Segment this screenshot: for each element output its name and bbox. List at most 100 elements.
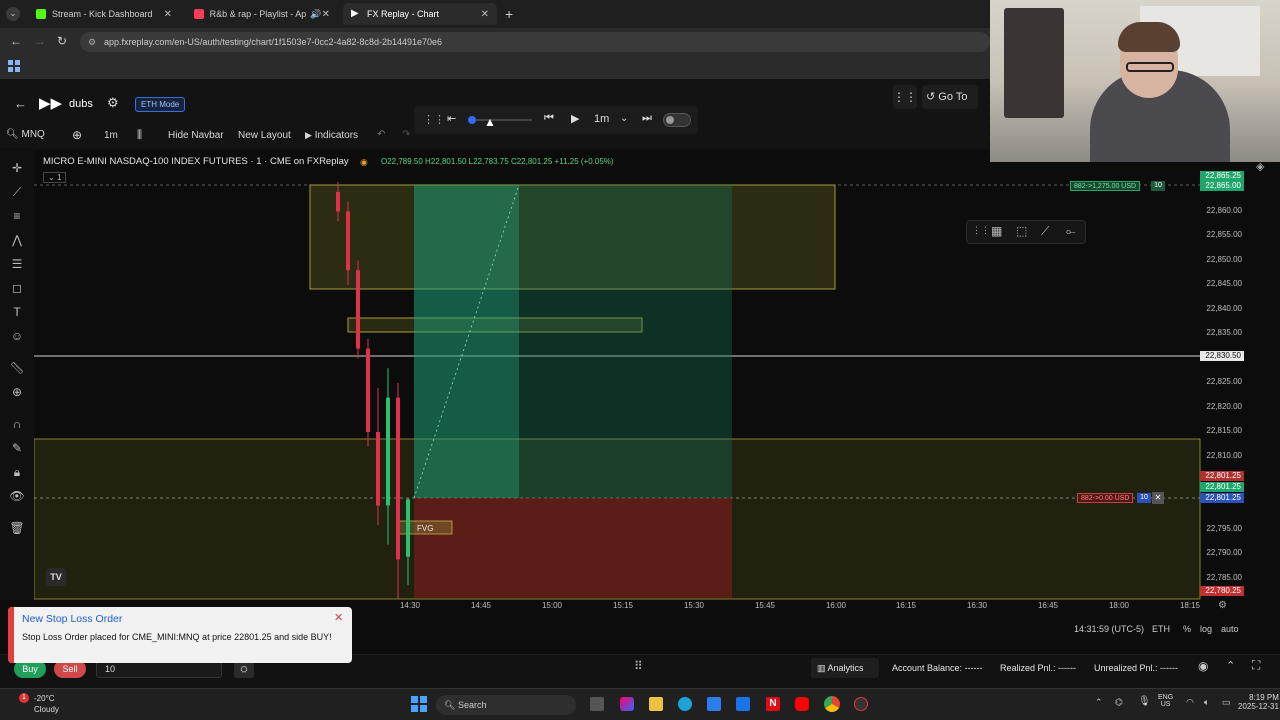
taskbar-clock[interactable]: 8:19 PM 2025-12-31 — [1238, 693, 1279, 711]
axis-settings-icon[interactable]: ⚙ — [1218, 600, 1227, 611]
apps-grid-icon[interactable] — [8, 60, 20, 72]
youtube-icon[interactable] — [795, 697, 809, 711]
site-info-icon[interactable]: ⚙ — [88, 32, 96, 52]
mic-icon[interactable]: 🎙︎ — [1138, 696, 1151, 707]
workspace-name[interactable]: dubs — [69, 98, 93, 110]
replay-interval[interactable]: 1m — [594, 113, 609, 125]
taskbar-search[interactable]: 🔍︎ Search — [436, 695, 576, 715]
shape-icon[interactable]: ◻ — [9, 280, 25, 296]
grid-icon[interactable]: ▦ — [991, 224, 1002, 238]
chart-area[interactable]: FVG — [0, 150, 1280, 614]
fib-icon[interactable]: ≡ — [9, 208, 25, 224]
language-indicator[interactable]: ENG US — [1158, 694, 1173, 708]
drag-handle-icon[interactable]: ⠿ — [634, 659, 643, 673]
crosshair-icon[interactable]: ✛ — [9, 160, 25, 176]
tab-kick-dashboard[interactable]: Stream - Kick Dashboard ✕ — [28, 3, 180, 25]
speaker-icon[interactable]: 🔊 — [310, 9, 321, 20]
chevron-up-icon[interactable]: ⌃ — [1226, 659, 1235, 672]
auto-button[interactable]: auto — [1221, 624, 1239, 634]
forward-icon[interactable]: → — [34, 34, 46, 48]
trend-line-icon[interactable]: ⟋ — [9, 184, 25, 200]
add-symbol-icon[interactable]: ⊕ — [72, 128, 82, 142]
lock-drawing-icon[interactable]: ✎ — [9, 440, 25, 456]
edge-icon[interactable] — [678, 697, 692, 711]
lock-icon[interactable]: 🔒︎ — [9, 464, 25, 480]
trash-icon[interactable]: 🗑︎ — [9, 520, 25, 536]
network-tray-icon[interactable]: ⌬ — [1115, 697, 1123, 708]
grid-menu-icon[interactable]: ⋮⋮ — [893, 85, 917, 109]
horizontal-line-icon[interactable]: ⟜ — [1066, 224, 1076, 239]
drag-handle-icon[interactable]: ⋮⋮ — [972, 225, 990, 236]
new-tab-button[interactable]: + — [505, 6, 513, 22]
undo-icon[interactable]: ↶ — [377, 129, 385, 140]
interval-button[interactable]: 1m — [104, 130, 118, 141]
weather-alert-icon[interactable]: 1 — [19, 693, 29, 703]
obs-icon[interactable] — [854, 697, 868, 711]
copilot-icon[interactable] — [620, 697, 634, 711]
rectangle-icon[interactable]: ⬚ — [1016, 224, 1027, 238]
ruler-icon[interactable]: 📏︎ — [9, 360, 25, 376]
symbol-search[interactable]: 🔍︎ MNQ — [6, 129, 45, 140]
chrome-icon[interactable] — [824, 696, 840, 712]
hide-navbar-button[interactable]: Hide Navbar — [168, 130, 224, 141]
tab-fx-replay[interactable]: ▶ FX Replay - Chart ✕ — [343, 3, 497, 25]
session-button[interactable]: ETH — [1152, 624, 1170, 634]
eth-mode-badge[interactable]: ETH Mode — [135, 97, 186, 112]
close-icon[interactable]: ✕ — [322, 9, 330, 20]
replay-progress-track[interactable] — [468, 116, 532, 124]
step-forward-icon[interactable]: ⏭ — [642, 112, 652, 125]
eye-icon[interactable]: 👁︎ — [9, 488, 25, 504]
replay-progress-handle[interactable] — [468, 116, 476, 124]
new-layout-button[interactable]: New Layout — [238, 130, 291, 141]
replay-toggle[interactable] — [663, 113, 691, 127]
stop-loss-label[interactable]: 882->0.00 USD — [1077, 493, 1134, 503]
fullscreen-icon[interactable]: ⛶ — [1252, 658, 1260, 673]
play-icon[interactable]: ▶ — [571, 112, 579, 125]
percent-button[interactable]: % — [1183, 624, 1191, 634]
zoom-icon[interactable]: ⊕ — [9, 384, 25, 400]
emoji-icon[interactable]: ☺ — [9, 328, 25, 344]
chevron-up-icon[interactable]: ⌃ — [1095, 697, 1103, 708]
weather-desc[interactable]: Cloudy — [34, 705, 59, 714]
indicators-button[interactable]: ▶ Indicators — [305, 130, 358, 141]
task-view-icon[interactable] — [590, 697, 604, 711]
close-icon[interactable]: ✕ — [481, 9, 489, 20]
go-to-button[interactable]: ↺ Go To — [922, 85, 978, 109]
take-profit-qty[interactable]: 10 — [1151, 181, 1165, 191]
text-icon[interactable]: T — [9, 304, 25, 320]
take-profit-label[interactable]: 882->1,275.00 USD — [1070, 181, 1141, 191]
magnet-icon[interactable]: ∩ — [9, 416, 25, 432]
stop-loss-qty[interactable]: 10 — [1137, 493, 1151, 503]
tab-apple-music[interactable]: R&b & rap - Playlist - Apple 🔊 ✕ — [186, 3, 338, 25]
file-explorer-icon[interactable] — [649, 697, 663, 711]
back-icon[interactable]: ← — [10, 34, 22, 48]
store-icon[interactable] — [707, 697, 721, 711]
trend-line-icon[interactable]: ⟋ — [1041, 224, 1049, 239]
stop-loss-zone[interactable] — [414, 498, 732, 598]
drag-handle-icon[interactable]: ⋮⋮ — [423, 113, 445, 126]
back-arrow-icon[interactable]: ← — [14, 96, 27, 111]
chevron-down-icon[interactable]: ⌄ — [620, 113, 628, 124]
pattern-icon[interactable]: ⋀ — [9, 232, 25, 248]
netflix-icon[interactable]: N — [766, 697, 780, 711]
close-icon[interactable]: ✕ — [334, 611, 343, 624]
candle-type-icon[interactable]: ⫼ — [137, 129, 142, 142]
windows-start-icon[interactable] — [411, 696, 427, 712]
volume-icon[interactable]: 🔈︎ — [1204, 697, 1209, 708]
eye-icon[interactable]: ◉ — [1198, 659, 1208, 673]
battery-icon[interactable]: ▭ — [1222, 697, 1231, 708]
url-input[interactable]: ⚙ app.fxreplay.com/en-US/auth/testing/ch… — [80, 32, 990, 52]
step-back-icon[interactable]: ⏮ — [544, 112, 554, 125]
close-icon[interactable]: ✕ — [164, 9, 172, 20]
weather-temp[interactable]: -20°C — [34, 694, 55, 703]
outlook-icon[interactable] — [736, 697, 750, 711]
log-button[interactable]: log — [1200, 624, 1212, 634]
settings-icon[interactable]: ⚙ — [107, 95, 119, 111]
pane-badge[interactable]: ⌄ 1 — [43, 172, 67, 183]
redo-icon[interactable]: ↷ — [402, 129, 410, 140]
analytics-button[interactable]: ▥ Analytics — [811, 658, 879, 678]
close-icon[interactable]: ✕ — [1152, 492, 1164, 504]
chart-canvas[interactable]: FVG — [0, 150, 1280, 614]
wifi-icon[interactable]: ◠ — [1186, 697, 1194, 708]
jump-start-icon[interactable]: ⇤ — [447, 112, 456, 125]
